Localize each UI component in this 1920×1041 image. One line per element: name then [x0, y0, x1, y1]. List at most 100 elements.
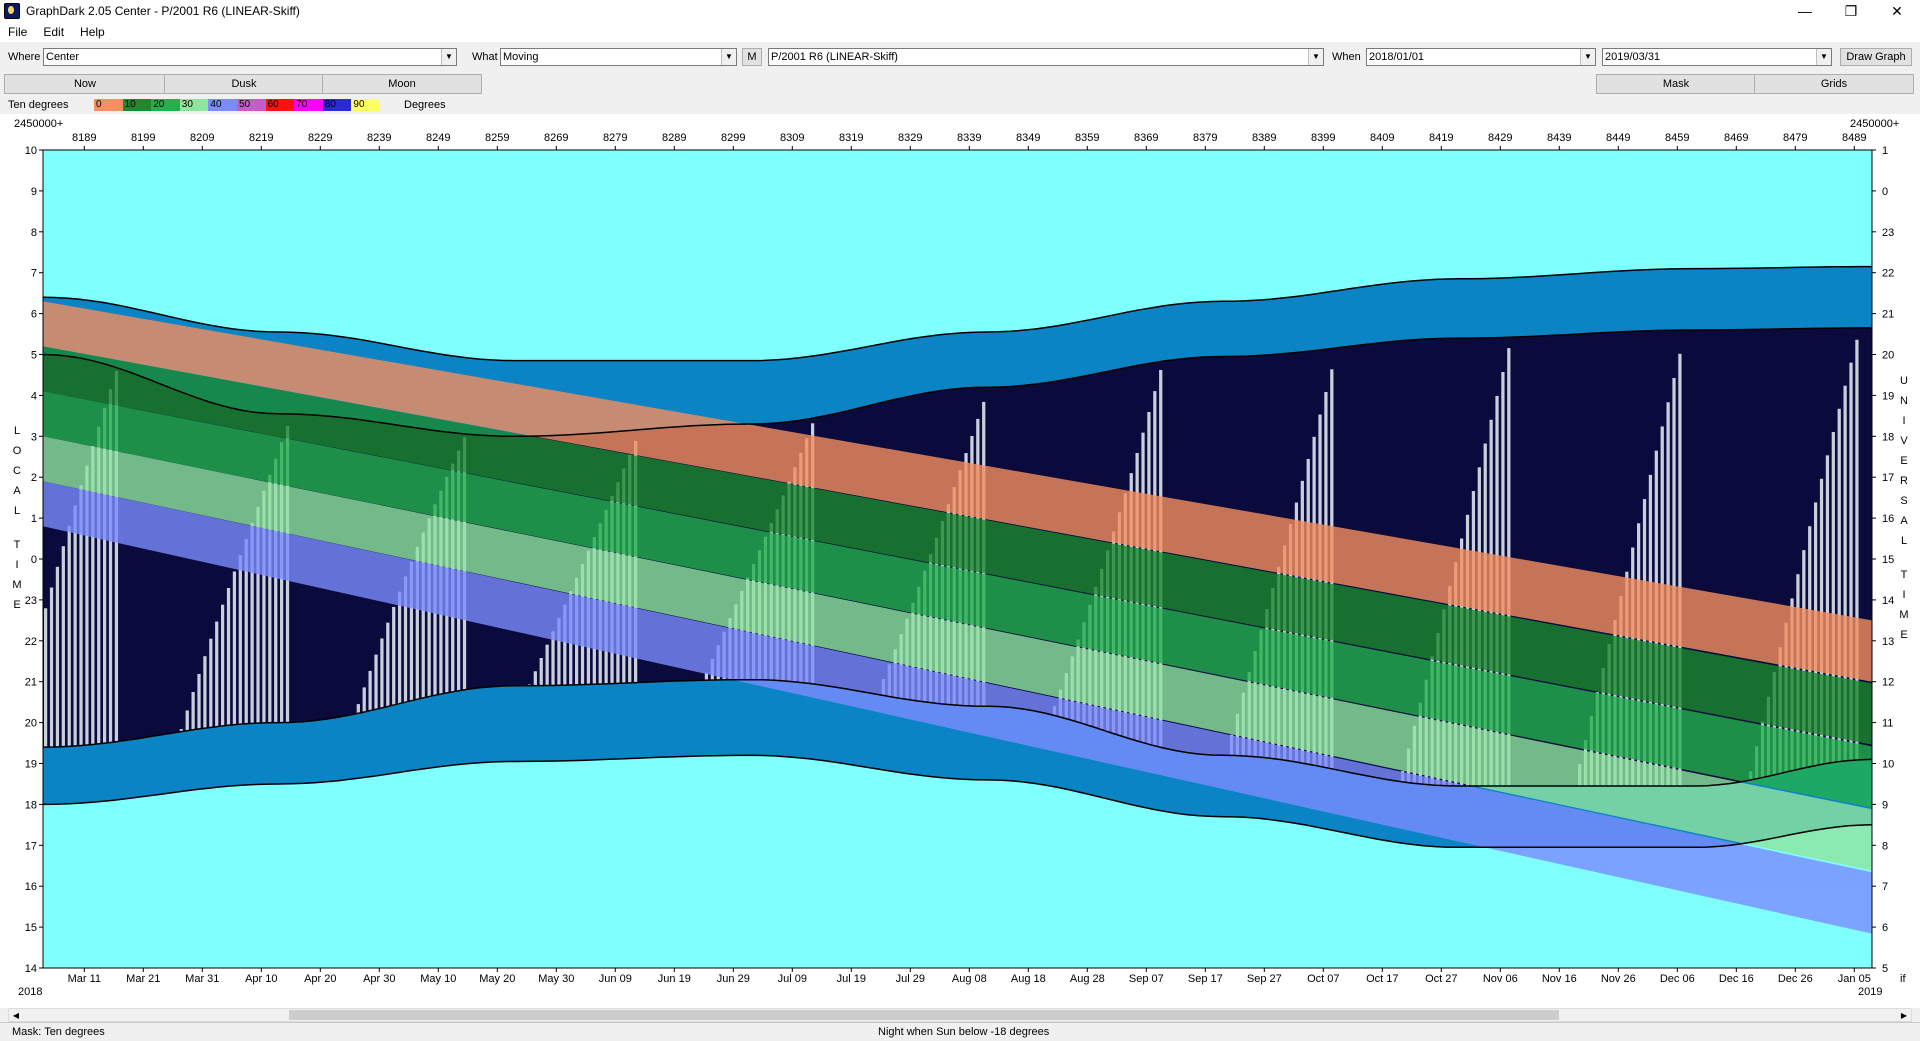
- moon-stripe: [221, 604, 225, 727]
- chevron-down-icon[interactable]: ▼: [1308, 49, 1323, 65]
- moon-stripe: [197, 673, 201, 730]
- year-start-label: 2018: [18, 986, 42, 998]
- where-value: Center: [46, 51, 80, 63]
- date-tick-label: Jan 05: [1838, 973, 1871, 985]
- now-button[interactable]: Now: [4, 74, 166, 94]
- altitude-legend: Ten degrees 0 10 20 30 40 50 60 70 80 90 Degrees: [0, 96, 1920, 114]
- left-tick-label: 21: [25, 677, 37, 689]
- moon-stripe: [533, 671, 537, 686]
- moon-stripe: [238, 555, 242, 725]
- night-status: Night when Sun below -18 degrees: [878, 1026, 1050, 1038]
- right-tick-label: 14: [1882, 595, 1894, 607]
- right-tick-label: 5: [1882, 963, 1888, 975]
- visibility-plot[interactable]: 8189 8199 8209 8219 8229 8239 8249 8259 8269 8279…: [0, 114, 1920, 1008]
- menu-help[interactable]: Help: [72, 25, 113, 39]
- start-date-select[interactable]: 2018/01/01 ▼: [1366, 48, 1596, 66]
- date-tick-label: May 20: [479, 973, 515, 985]
- menu-edit[interactable]: Edit: [35, 25, 72, 39]
- scroll-left-icon[interactable]: ◀: [9, 1009, 23, 1021]
- date-tick-label: Jun 29: [717, 973, 750, 985]
- right-tick-label: 12: [1882, 677, 1894, 689]
- right-axis-letter: V: [1900, 435, 1908, 447]
- jd-tick-label: 8369: [1134, 132, 1158, 144]
- left-axis-letter: M: [12, 579, 21, 591]
- date-tick-label: Mar 11: [68, 973, 101, 985]
- date-tick-label: Apr 30: [363, 973, 395, 985]
- right-axis-letter: S: [1900, 495, 1907, 507]
- chevron-down-icon[interactable]: ▼: [1816, 49, 1831, 65]
- jd-tick-label: 8399: [1311, 132, 1335, 144]
- left-tick-label: 14: [25, 963, 37, 975]
- date-tick-label: Nov 16: [1542, 973, 1577, 985]
- left-axis-letter: E: [13, 599, 20, 611]
- left-tick-label: 17: [25, 840, 37, 852]
- right-tick-label: 13: [1882, 636, 1894, 648]
- draw-graph-button[interactable]: Draw Graph: [1840, 48, 1912, 66]
- jd-tick-label: 8479: [1783, 132, 1807, 144]
- legend-title: Ten degrees: [8, 99, 69, 111]
- left-tick-label: 15: [25, 922, 37, 934]
- menu-file[interactable]: File: [0, 25, 35, 39]
- chevron-down-icon[interactable]: ▼: [441, 49, 456, 65]
- date-tick-label: May 30: [538, 973, 574, 985]
- dusk-button[interactable]: Dusk: [164, 74, 324, 94]
- right-tick-label: 18: [1882, 431, 1894, 443]
- year-end-label: 2019: [1858, 986, 1882, 998]
- moon-button[interactable]: Moon: [322, 74, 482, 94]
- jd-tick-label: 8469: [1724, 132, 1748, 144]
- chevron-down-icon[interactable]: ▼: [721, 49, 736, 65]
- moon-stripe: [55, 566, 60, 747]
- minimize-button[interactable]: —: [1782, 0, 1828, 22]
- date-tick-label: Dec 26: [1778, 973, 1813, 985]
- left-axis-letter: A: [13, 485, 21, 497]
- moon-stripe: [232, 571, 237, 725]
- right-tick-label: 19: [1882, 390, 1894, 402]
- legend-swatch-80: 80: [322, 99, 352, 111]
- jd-tick-label: 8309: [780, 132, 804, 144]
- jd-tick-label: 8229: [308, 132, 332, 144]
- m-button[interactable]: M: [742, 48, 762, 66]
- left-tick-label: 9: [31, 186, 37, 198]
- restore-button[interactable]: ❐: [1828, 0, 1874, 22]
- right-axis-letter: I: [1902, 415, 1905, 427]
- jd-tick-label: 8259: [485, 132, 509, 144]
- chevron-down-icon[interactable]: ▼: [1580, 49, 1595, 65]
- left-axis-letter: O: [13, 445, 22, 457]
- window-title: GraphDark 2.05 Center - P/2001 R6 (LINEA…: [26, 4, 300, 18]
- right-tick-label: 1: [1882, 145, 1888, 157]
- right-axis-letter: E: [1900, 455, 1907, 467]
- date-tick-label: Sep 07: [1129, 973, 1164, 985]
- object-select[interactable]: P/2001 R6 (LINEAR-Skiff) ▼: [768, 48, 1324, 66]
- jd-tick-label: 8269: [544, 132, 568, 144]
- right-tick-label: 11: [1882, 718, 1893, 730]
- left-tick-label: 7: [31, 268, 37, 280]
- moon-stripe: [545, 644, 549, 686]
- moon-stripe: [226, 587, 231, 726]
- left-tick-label: 10: [25, 145, 37, 157]
- legend-swatch-40: 40: [208, 99, 237, 111]
- grids-button[interactable]: Grids: [1754, 74, 1914, 94]
- moon-stripe: [215, 621, 219, 727]
- mask-button[interactable]: Mask: [1596, 74, 1756, 94]
- moon-stripe: [380, 638, 384, 709]
- right-axis-letter: I: [1902, 589, 1905, 601]
- close-button[interactable]: ✕: [1874, 0, 1920, 22]
- jd-tick-label: 8349: [1016, 132, 1040, 144]
- right-tick-label: 9: [1882, 799, 1888, 811]
- date-tick-label: Apr 10: [245, 973, 277, 985]
- right-tick-label: 10: [1882, 759, 1894, 771]
- right-tick-label: 0: [1882, 186, 1888, 198]
- moon-stripe: [73, 505, 77, 747]
- left-axis-letter: I: [15, 559, 18, 571]
- jd-tick-label: 8389: [1252, 132, 1276, 144]
- scroll-thumb[interactable]: [289, 1010, 1559, 1020]
- where-select[interactable]: Center ▼: [43, 48, 457, 66]
- end-date-select[interactable]: 2019/03/31 ▼: [1602, 48, 1832, 66]
- moon-stripe: [374, 654, 378, 710]
- left-tick-label: 8: [31, 227, 37, 239]
- scroll-right-icon[interactable]: ▶: [1897, 1009, 1911, 1021]
- legend-swatch-90: 90: [351, 99, 380, 111]
- horizontal-scrollbar[interactable]: ◀ ▶: [8, 1008, 1912, 1022]
- what-select[interactable]: Moving ▼: [500, 48, 737, 66]
- right-axis-letter: R: [1900, 475, 1908, 487]
